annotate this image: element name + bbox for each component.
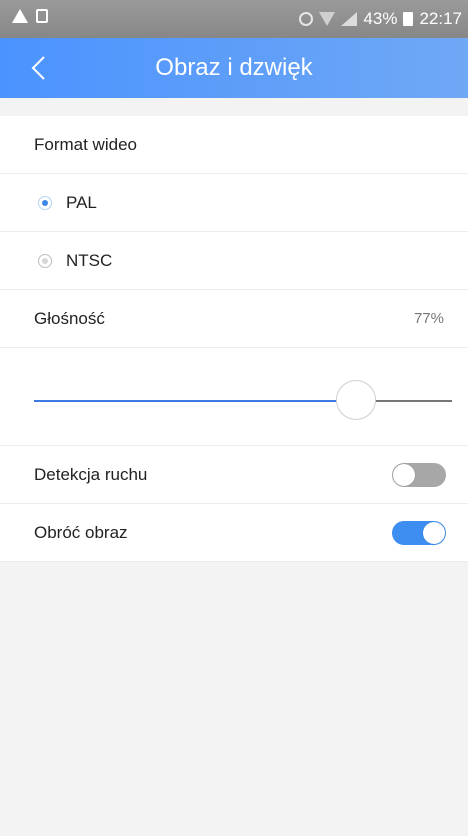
motion-detection-row: Detekcja ruchu [0,446,468,504]
video-format-row: Format wideo [0,116,468,174]
clock: 22:17 [419,9,462,28]
volume-value: 77% [413,310,444,327]
alarm-icon [299,12,314,26]
volume-row: Głośność 77% [0,290,468,348]
app-bar: Obraz i dzwięk [0,38,468,98]
warning-icon [12,9,28,23]
battery-percentage: 43% [363,9,398,28]
signal-icon [341,12,358,26]
ntsc-label: NTSC [66,250,113,270]
pal-radio[interactable] [38,195,52,210]
settings-list: Format wideo PAL NTSC Głośność 77% Detek… [0,116,468,562]
toggle-knob [423,521,445,544]
pal-label: PAL [66,192,97,212]
toggle-knob [393,463,415,486]
image-icon [36,9,48,23]
rotate-image-row: Obróć obraz [0,504,468,562]
ntsc-radio[interactable] [38,253,52,268]
slider-fill [34,400,356,402]
page-title: Obraz i dzwięk [155,54,313,81]
motion-detection-toggle[interactable] [392,462,446,487]
motion-detection-label: Detekcja ruchu [34,464,148,484]
rotate-image-label: Obróć obraz [34,522,128,542]
volume-slider[interactable] [0,348,468,446]
volume-label: Głośność [34,308,105,328]
slider-track[interactable] [34,380,452,420]
battery-icon [403,12,414,26]
option-pal[interactable]: PAL [0,174,468,232]
slider-thumb[interactable] [335,380,376,420]
rotate-image-toggle[interactable] [392,520,446,545]
status-bar: 43% 22:17 [0,0,468,38]
wifi-icon [319,12,336,26]
option-ntsc[interactable]: NTSC [0,232,468,290]
video-format-label: Format wideo [34,134,137,154]
